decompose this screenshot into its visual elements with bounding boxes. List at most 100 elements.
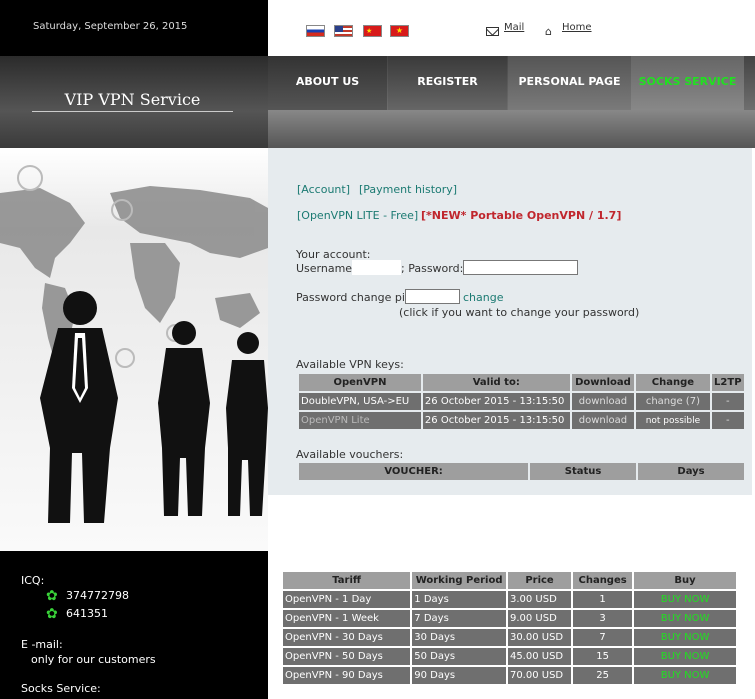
tariff-changes: 3 [573,610,633,627]
vpn-keys-table: OpenVPN Valid to: Download Change L2TP D… [297,372,746,431]
tariff-period: 90 Days [412,667,506,684]
main-nav: ABOUT US REGISTER PERSONAL PAGE SOCKS SE… [268,56,755,148]
col-l2tp: L2TP [711,374,744,391]
icq-flower-icon: ✿ [46,588,58,604]
download-link[interactable]: download [571,412,635,429]
buy-now-button[interactable]: BUY NOW [634,629,736,646]
icq-flower-icon: ✿ [46,606,58,622]
home-link[interactable]: Home [562,22,592,33]
change-status: not possible [636,412,710,429]
col-status: Status [530,463,637,480]
col-valid-to: Valid to: [422,374,570,391]
email-note: only for our customers [31,653,156,666]
col-buy: Buy [634,572,736,589]
change-password-link[interactable]: change [463,291,503,304]
l2tp-value: - [711,393,744,410]
table-row: OpenVPN Lite 26 October 2015 - 13:15:50 … [299,412,744,429]
change-key-link[interactable]: change (7) [636,393,710,410]
col-download: Download [571,374,635,391]
nav-underbar [268,110,755,148]
pin-field[interactable] [405,289,460,304]
tariff-name: OpenVPN - 30 Days [283,629,411,646]
col-change: Change [636,374,710,391]
nav-personal-page[interactable]: PERSONAL PAGE [508,56,631,110]
username-label: Username: [296,262,356,275]
col-tariff: Tariff [283,572,411,589]
buy-now-button[interactable]: BUY NOW [634,591,736,608]
nav-about-us[interactable]: ABOUT US [268,56,387,110]
key-valid-to: 26 October 2015 - 13:15:50 [422,412,570,429]
password-label: ; Password: [401,262,464,275]
key-valid-to: 26 October 2015 - 13:15:50 [422,393,570,410]
tariff-period: 1 Days [412,591,506,608]
col-working-period: Working Period [412,572,506,589]
username-field [352,260,401,275]
tariff-changes: 15 [573,648,633,665]
key-name: OpenVPN Lite [299,412,421,429]
tariff-name: OpenVPN - 90 Days [283,667,411,684]
buy-now-button[interactable]: BUY NOW [634,610,736,627]
icq-label: ICQ: [21,574,45,587]
key-name: DoubleVPN, USA->EU [299,393,421,410]
col-days: Days [638,463,744,480]
icq-entry: ✿ 641351 [46,607,108,621]
tariff-changes: 1 [573,591,633,608]
tariff-table: Tariff Working Period Price Changes Buy … [281,570,738,686]
vpn-keys-title: Available VPN keys: [296,358,404,371]
site-title: VIP VPN Service [32,90,233,112]
tariff-name: OpenVPN - 1 Day [283,591,411,608]
brand-banner: VIP VPN Service [0,56,268,148]
china-flag-icon[interactable]: ★ [363,25,382,37]
tariff-price: 9.00 USD [507,610,572,627]
home-icon: ⌂ [545,25,552,38]
openvpn-lite-link[interactable]: [OpenVPN LITE - Free] [297,209,418,222]
contacts-panel: ICQ: ✿ 374772798 ✿ 641351 E -mail: only fo… [0,551,268,699]
table-row: OpenVPN - 1 Day 1 Days 3.00 USD 1 BUY NO… [283,591,736,608]
icq-number: 641351 [66,607,108,620]
nav-register[interactable]: REGISTER [388,56,507,110]
col-price: Price [507,572,572,589]
email-label: E -mail: [21,638,63,651]
russian-flag-icon[interactable] [306,25,325,37]
usa-flag-icon[interactable] [334,25,353,37]
tariff-period: 30 Days [412,629,506,646]
account-panel: [Account] [Payment history] [OpenVPN LIT… [268,148,752,495]
table-row: OpenVPN - 90 Days 90 Days 70.00 USD 25 B… [283,667,736,684]
col-changes: Changes [573,572,633,589]
table-row: OpenVPN - 1 Week 7 Days 9.00 USD 3 BUY N… [283,610,736,627]
icq-number: 374772798 [66,589,129,602]
vouchers-title: Available vouchers: [296,448,404,461]
date-text: Saturday, September 26, 2015 [33,21,188,32]
tariff-name: OpenVPN - 50 Days [283,648,411,665]
tariff-period: 50 Days [412,648,506,665]
tariff-price: 30.00 USD [507,629,572,646]
table-row: OpenVPN - 30 Days 30 Days 30.00 USD 7 BU… [283,629,736,646]
portable-openvpn-link[interactable]: [*NEW* Portable OpenVPN / 1.7] [421,209,621,222]
business-people-illustration [0,148,268,551]
buy-now-button[interactable]: BUY NOW [634,667,736,684]
tariff-changes: 7 [573,629,633,646]
buy-now-button[interactable]: BUY NOW [634,648,736,665]
top-bar: ★ ★ Mail ⌂ Home [268,0,755,56]
mail-link[interactable]: Mail [504,22,524,33]
vietnam-flag-icon[interactable]: ★ [390,25,409,37]
password-field[interactable] [463,260,578,275]
pin-label: Password change pin: [296,291,416,304]
date-display: Saturday, September 26, 2015 [0,0,268,56]
account-link[interactable]: [Account] [297,183,350,196]
nav-socks-service[interactable]: SOCKS SERVICE [631,56,744,110]
col-voucher: VOUCHER: [299,463,529,480]
table-row: OpenVPN - 50 Days 50 Days 45.00 USD 15 B… [283,648,736,665]
tariff-name: OpenVPN - 1 Week [283,610,411,627]
table-row: DoubleVPN, USA->EU 26 October 2015 - 13:… [299,393,744,410]
payment-history-link[interactable]: [Payment history] [359,183,457,196]
col-openvpn: OpenVPN [299,374,421,391]
l2tp-value: - [711,412,744,429]
download-link[interactable]: download [571,393,635,410]
icq-entry: ✿ 374772798 [46,589,129,603]
tariff-price: 70.00 USD [507,667,572,684]
tariff-price: 3.00 USD [507,591,572,608]
change-hint: (click if you want to change your passwo… [399,306,640,319]
vouchers-table: VOUCHER: Status Days [297,461,746,482]
socks-service-label: Socks Service: [21,682,101,695]
